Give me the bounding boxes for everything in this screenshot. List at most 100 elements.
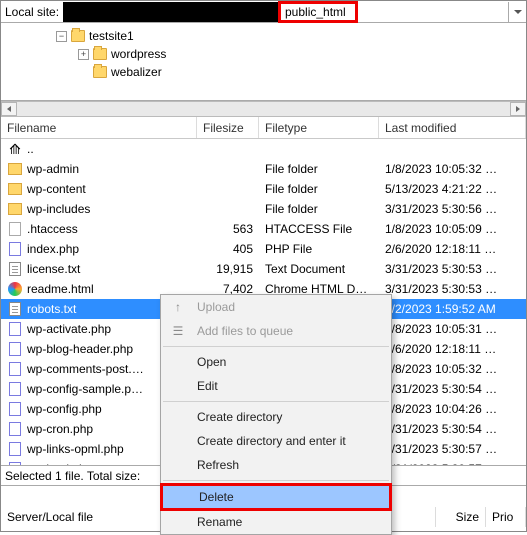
file-name: wp-activate.php	[27, 322, 111, 336]
tree-node-webalizer[interactable]: webalizer	[56, 63, 526, 81]
col-lastmodified[interactable]: Last modified	[379, 117, 526, 138]
php-file-icon	[7, 241, 23, 257]
tree-label: webalizer	[111, 65, 162, 79]
file-row[interactable]: index.php 405PHP File2/6/2020 12:18:11 …	[1, 239, 526, 259]
file-row[interactable]: wp-includesFile folder3/31/2023 5:30:56 …	[1, 199, 526, 219]
php-file-icon	[7, 461, 23, 465]
file-modified: 2/6/2020 12:18:11 …	[379, 242, 526, 256]
file-modified: 3/31/2023 5:30:56 …	[379, 202, 526, 216]
file-modified: 1/8/2023 10:05:32 …	[379, 362, 526, 376]
local-site-label: Local site:	[1, 5, 63, 19]
menu-edit[interactable]: Edit	[161, 374, 391, 398]
expand-icon[interactable]: +	[78, 49, 89, 60]
file-name: wp-config-sample.p…	[27, 382, 143, 396]
file-type: File folder	[259, 162, 379, 176]
html-file-icon	[7, 281, 23, 297]
menu-create-directory[interactable]: Create directory	[161, 405, 391, 429]
file-row[interactable]: wp-content File folder5/13/2023 4:21:22 …	[1, 179, 526, 199]
status-text: Selected 1 file. Total size:	[5, 469, 140, 483]
file-name: wp-blog-header.php	[27, 342, 133, 356]
menu-add-to-queue: ☰ Add files to queue	[161, 319, 391, 343]
menu-separator	[163, 480, 389, 481]
file-modified: 6/2/2023 1:59:52 AM	[379, 302, 526, 316]
local-site-bar: Local site: public_html	[1, 1, 526, 23]
folder-icon	[93, 66, 107, 78]
text-file-icon	[7, 261, 23, 277]
file-row[interactable]: wp-admin File folder1/8/2023 10:05:32 …	[1, 159, 526, 179]
redacted-path-segment	[63, 2, 278, 22]
file-modified: 3/31/2023 5:30:53 …	[379, 282, 526, 296]
menu-upload: ↑ Upload	[161, 295, 391, 319]
file-row[interactable]: license.txt19,915Text Document3/31/2023 …	[1, 259, 526, 279]
php-file-icon	[7, 321, 23, 337]
path-input-highlighted[interactable]: public_html	[278, 1, 358, 23]
file-modified: 3/31/2023 5:30:54 …	[379, 382, 526, 396]
col-filesize[interactable]: Filesize	[197, 117, 259, 138]
file-name: .htaccess	[27, 222, 78, 236]
file-modified: 3/31/2023 5:30:53 …	[379, 262, 526, 276]
menu-separator	[163, 346, 389, 347]
file-type: HTACCESS File	[259, 222, 379, 236]
file-list-header[interactable]: Filename Filesize Filetype Last modified	[1, 117, 526, 139]
footer-prio[interactable]: Prio	[486, 507, 526, 527]
path-dropdown-button[interactable]	[508, 2, 526, 22]
file-name: wp-links-opml.php	[27, 442, 124, 456]
file-size: 405	[197, 242, 259, 256]
file-modified: 3/31/2023 5:30:57 …	[379, 462, 526, 465]
menu-open[interactable]: Open	[161, 350, 391, 374]
file-type: File folder	[259, 182, 379, 196]
file-modified: 3/31/2023 5:30:54 …	[379, 422, 526, 436]
tree-label: testsite1	[89, 29, 134, 43]
tree-node-wordpress[interactable]: + wordpress	[56, 45, 526, 63]
file-name: wp-config.php	[27, 402, 102, 416]
file-name: robots.txt	[27, 302, 76, 316]
file-modified: 1/8/2023 10:05:09 …	[379, 222, 526, 236]
file-name: wp-includes	[27, 202, 90, 216]
php-file-icon	[7, 361, 23, 377]
folder-icon	[7, 161, 23, 177]
file-type: PHP File	[259, 242, 379, 256]
tree-label: wordpress	[111, 47, 166, 61]
file-modified: 1/8/2023 10:04:26 …	[379, 402, 526, 416]
php-file-icon	[7, 401, 23, 417]
file-modified: 2/6/2020 12:18:11 …	[379, 342, 526, 356]
tree-hscroll[interactable]	[1, 101, 526, 117]
upload-icon: ↑	[169, 300, 187, 314]
file-name: wp-cron.php	[27, 422, 93, 436]
scroll-left-button[interactable]	[1, 102, 17, 116]
tree-node-root[interactable]: − testsite1	[56, 27, 526, 45]
queue-icon: ☰	[169, 324, 187, 338]
menu-separator	[163, 401, 389, 402]
text-file-icon	[7, 301, 23, 317]
php-file-icon	[7, 341, 23, 357]
folder-tree[interactable]: − testsite1 + wordpress webalizer	[1, 23, 526, 101]
collapse-icon[interactable]: −	[56, 31, 67, 42]
menu-create-directory-enter[interactable]: Create directory and enter it	[161, 429, 391, 453]
file-modified: 5/13/2023 4:21:22 …	[379, 182, 526, 196]
parent-dir-icon: ⟰	[7, 141, 23, 157]
folder-icon	[71, 30, 85, 42]
file-name: index.php	[27, 242, 79, 256]
htaccess-file-icon	[7, 221, 23, 237]
footer-size[interactable]: Size	[436, 507, 486, 527]
col-filetype[interactable]: Filetype	[259, 117, 379, 138]
col-filename[interactable]: Filename	[1, 117, 197, 138]
php-file-icon	[7, 381, 23, 397]
file-type: Text Document	[259, 262, 379, 276]
menu-rename[interactable]: Rename	[161, 510, 391, 534]
scroll-right-button[interactable]	[510, 102, 526, 116]
file-row[interactable]: .htaccess 563HTACCESS File1/8/2023 10:05:…	[1, 219, 526, 239]
context-menu: ↑ Upload ☰ Add files to queue Open Edit …	[160, 294, 392, 535]
file-modified: 1/8/2023 10:05:32 …	[379, 162, 526, 176]
menu-delete-highlighted[interactable]: Delete	[160, 483, 392, 511]
php-file-icon	[7, 441, 23, 457]
file-size: 563	[197, 222, 259, 236]
file-modified: 1/8/2023 10:05:31 …	[379, 322, 526, 336]
file-name: wp-admin	[27, 162, 79, 176]
file-name: wp-content	[27, 182, 86, 196]
file-row[interactable]: ⟰..	[1, 139, 526, 159]
menu-refresh[interactable]: Refresh	[161, 453, 391, 477]
file-name: readme.html	[27, 282, 94, 296]
folder-icon	[7, 181, 23, 197]
file-name: wp-comments-post.…	[27, 362, 144, 376]
